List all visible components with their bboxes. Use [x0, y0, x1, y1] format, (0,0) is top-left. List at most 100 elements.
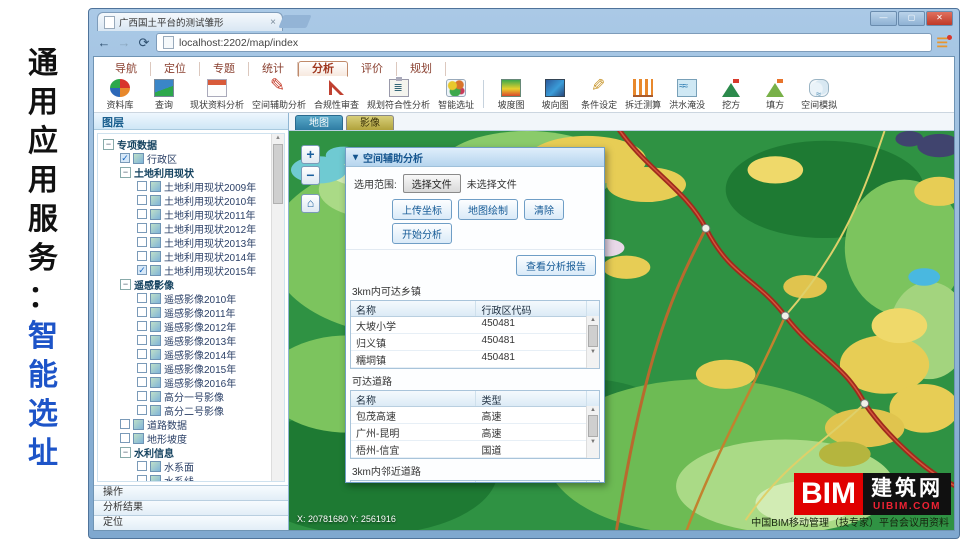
sidebar-panel-分析结果[interactable]: 分析结果	[94, 500, 288, 515]
tree-item[interactable]: 遥感影像2012年	[103, 319, 270, 333]
forward-icon[interactable]: →	[116, 35, 132, 50]
table-row[interactable]: 糯垌镇450481	[351, 351, 599, 368]
tool-查询[interactable]: 查询	[143, 77, 185, 111]
collapse-icon[interactable]: −	[120, 447, 131, 458]
tool-挖方[interactable]: 挖方	[710, 77, 752, 111]
minimize-button[interactable]: —	[870, 11, 897, 26]
tool-资料库[interactable]: 资料库	[99, 77, 141, 111]
collapse-icon[interactable]: −	[103, 139, 114, 150]
map-tab-地图[interactable]: 地图	[295, 115, 343, 130]
scroll-thumb[interactable]	[588, 415, 598, 437]
table-row[interactable]: 梧州-信宜国道	[351, 441, 599, 458]
tree-item[interactable]: 遥感影像2013年	[103, 333, 270, 347]
tree-item[interactable]: 遥感影像2011年	[103, 305, 270, 319]
table-row[interactable]: 归义镇450481	[351, 334, 599, 351]
layer-checkbox[interactable]	[137, 391, 147, 401]
table-row[interactable]: 包茂高速高速	[351, 407, 599, 424]
layer-checkbox[interactable]	[137, 209, 147, 219]
maximize-button[interactable]: ▢	[898, 11, 925, 26]
browser-menu-icon[interactable]: ☰	[936, 35, 952, 51]
browser-tab[interactable]: 广西国土平台的测试雏形 ×	[97, 12, 283, 31]
tree-item[interactable]: ✓土地利用现状2015年	[103, 263, 270, 277]
layer-checkbox[interactable]: ✓	[137, 265, 147, 275]
scroll-thumb[interactable]	[273, 144, 283, 204]
map-tab-影像[interactable]: 影像	[346, 115, 394, 130]
scroll-up-icon[interactable]: ▲	[590, 406, 596, 414]
tree-item[interactable]: 遥感影像2016年	[103, 375, 270, 389]
address-bar[interactable]: localhost:2202/map/index	[156, 33, 932, 52]
dialog-button-清除[interactable]: 清除	[524, 199, 564, 220]
menu-tab-分析[interactable]: 分析	[298, 61, 348, 77]
layer-checkbox[interactable]	[137, 405, 147, 415]
new-tab-button[interactable]	[278, 15, 311, 28]
layer-checkbox[interactable]	[137, 307, 147, 317]
scroll-thumb[interactable]	[588, 325, 598, 347]
tree-item[interactable]: 高分一号影像	[103, 389, 270, 403]
tree-item[interactable]: 土地利用现状2013年	[103, 235, 270, 249]
layer-checkbox[interactable]	[137, 321, 147, 331]
back-icon[interactable]: ←	[96, 35, 112, 50]
tree-item[interactable]: 水系线	[103, 473, 270, 482]
layer-checkbox[interactable]	[137, 335, 147, 345]
collapse-icon[interactable]: −	[120, 279, 131, 290]
tool-填方[interactable]: 填方	[754, 77, 796, 111]
choose-file-button[interactable]: 选择文件	[403, 174, 461, 193]
table-row[interactable]: 大坡小学450481	[351, 317, 599, 334]
layer-checkbox[interactable]	[120, 433, 130, 443]
tree-item[interactable]: 遥感影像2014年	[103, 347, 270, 361]
layer-checkbox[interactable]: ✓	[120, 153, 130, 163]
tool-拆迁测算[interactable]: 拆迁测算	[622, 77, 664, 111]
reload-icon[interactable]: ⟳	[136, 35, 152, 51]
home-button[interactable]: ⌂	[301, 194, 320, 213]
tree-item[interactable]: 水系面	[103, 459, 270, 473]
menu-tab-规划[interactable]: 规划	[397, 62, 446, 76]
tree-item[interactable]: 土地利用现状2012年	[103, 221, 270, 235]
tree-item[interactable]: 土地利用现状2014年	[103, 249, 270, 263]
tool-空间辅助分析[interactable]: 空间辅助分析	[249, 77, 309, 111]
tool-坡度图[interactable]: 坡度图	[490, 77, 532, 111]
close-button[interactable]: ✕	[926, 11, 953, 26]
layer-checkbox[interactable]	[137, 251, 147, 261]
tool-现状资料分析[interactable]: 现状资料分析	[187, 77, 247, 111]
dialog-button-地图绘制[interactable]: 地图绘制	[458, 199, 518, 220]
scroll-up-icon[interactable]: ▲	[590, 316, 596, 324]
tree-item[interactable]: 土地利用现状2011年	[103, 207, 270, 221]
tool-洪水淹没[interactable]: 洪水淹没	[666, 77, 708, 111]
zoom-out-button[interactable]: −	[301, 166, 320, 185]
tree-item[interactable]: 地形坡度	[103, 431, 270, 445]
tool-规划符合性分析[interactable]: 规划符合性分析	[364, 77, 433, 111]
tree-item[interactable]: −遥感影像	[103, 277, 270, 291]
layer-checkbox[interactable]	[137, 181, 147, 191]
tree-item[interactable]: 遥感影像2010年	[103, 291, 270, 305]
tree-item[interactable]: 高分二号影像	[103, 403, 270, 417]
tree-item[interactable]: ✓行政区	[103, 151, 270, 165]
menu-tab-专题[interactable]: 专题	[200, 62, 249, 76]
tree-item[interactable]: 土地利用现状2010年	[103, 193, 270, 207]
menu-tab-评价[interactable]: 评价	[348, 62, 397, 76]
layer-checkbox[interactable]	[120, 419, 130, 429]
dialog-titlebar[interactable]: ▾ 空间辅助分析	[346, 148, 604, 167]
table-row[interactable]: 广州-昆明高速	[351, 424, 599, 441]
tool-空间模拟[interactable]: 空间模拟	[798, 77, 840, 111]
tree-item[interactable]: −水利信息	[103, 445, 270, 459]
dialog-button-上传坐标[interactable]: 上传坐标	[392, 199, 452, 220]
layer-checkbox[interactable]	[137, 195, 147, 205]
layer-checkbox[interactable]	[137, 377, 147, 387]
zoom-in-button[interactable]: +	[301, 145, 320, 164]
tree-item[interactable]: −专项数据	[103, 137, 270, 151]
tree-item[interactable]: 土地利用现状2009年	[103, 179, 270, 193]
menu-tab-定位[interactable]: 定位	[151, 62, 200, 76]
table-scrollbar[interactable]: ▲▼	[586, 316, 599, 368]
layer-checkbox[interactable]	[137, 223, 147, 233]
view-report-button[interactable]: 查看分析报告	[516, 255, 596, 276]
layer-checkbox[interactable]	[137, 475, 147, 482]
tree-scrollbar[interactable]: ▲	[271, 134, 284, 481]
dialog-button-开始分析[interactable]: 开始分析	[392, 223, 452, 244]
tool-智能选址[interactable]: 智能选址	[435, 77, 477, 111]
tool-坡向图[interactable]: 坡向图	[534, 77, 576, 111]
tree-item[interactable]: 遥感影像2015年	[103, 361, 270, 375]
collapse-icon[interactable]: −	[120, 167, 131, 178]
tool-条件设定[interactable]: 条件设定	[578, 77, 620, 111]
scroll-up-icon[interactable]: ▲	[275, 134, 281, 143]
menu-tab-导航[interactable]: 导航	[102, 62, 151, 76]
